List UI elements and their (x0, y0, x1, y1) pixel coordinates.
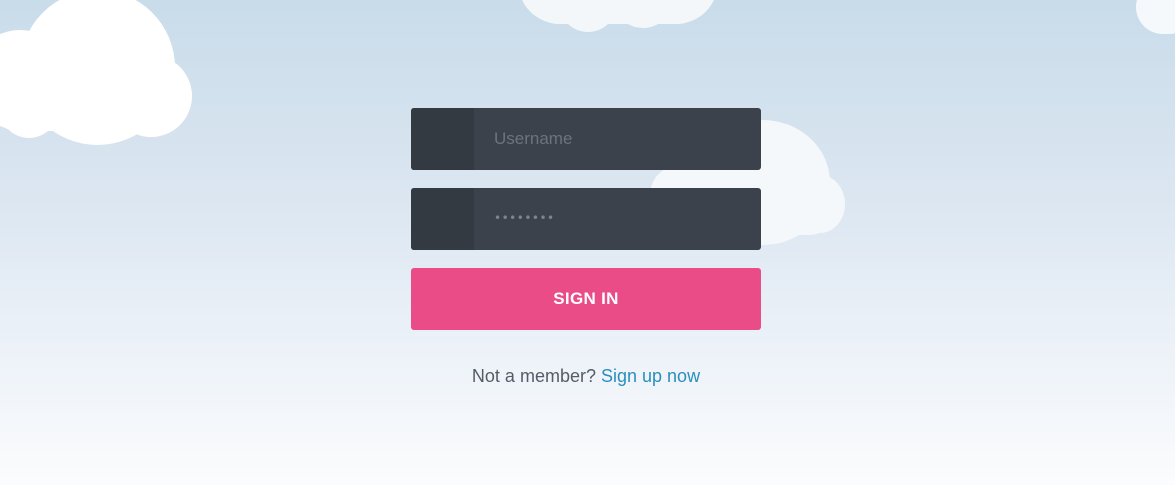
cloud-decoration-top-right (1136, 0, 1175, 40)
username-input[interactable] (474, 108, 761, 170)
password-input[interactable] (474, 188, 761, 250)
lock-icon (411, 188, 474, 250)
sign-up-link[interactable]: Sign up now (601, 366, 700, 386)
signup-prompt-line: Not a member? Sign up now (411, 366, 761, 387)
sign-in-button[interactable]: SIGN IN (411, 268, 761, 330)
cloud-decoration-left (0, 0, 200, 150)
signup-prompt-text: Not a member? (471, 366, 596, 386)
cloud-decoration-top (518, 0, 728, 40)
user-icon (411, 108, 474, 170)
login-form: •••••••• SIGN IN Not a member? Sign up n… (411, 108, 761, 387)
password-field: •••••••• (411, 188, 761, 250)
username-field (411, 108, 761, 170)
